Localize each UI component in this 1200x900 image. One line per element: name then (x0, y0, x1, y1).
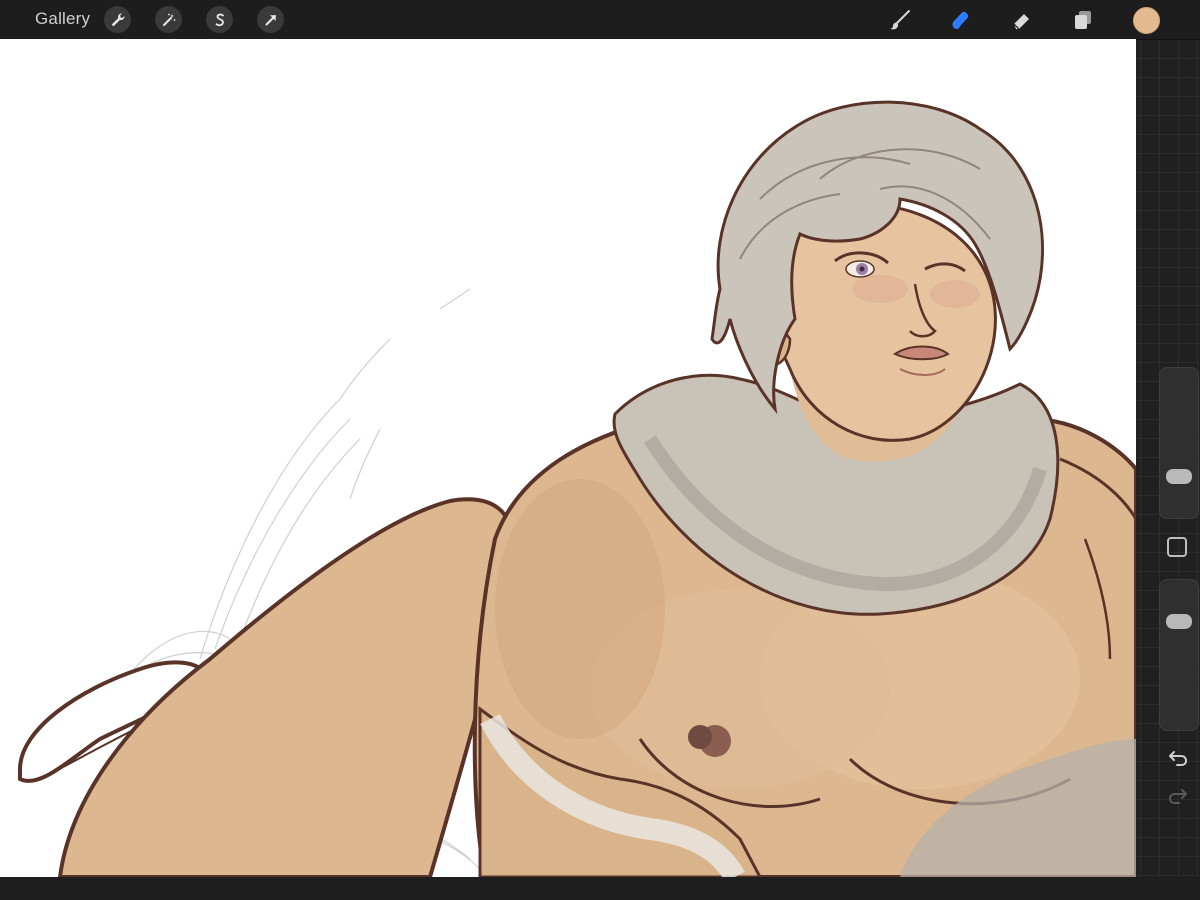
bottom-bar (0, 877, 1200, 900)
redo-button[interactable] (1166, 785, 1190, 807)
transform-button[interactable] (257, 6, 284, 33)
drawing-canvas[interactable] (0, 39, 1136, 877)
eraser-icon (1013, 14, 1029, 30)
redo-arrow-icon (1168, 789, 1187, 804)
brush-icon (890, 10, 910, 30)
wrench-icon (111, 13, 124, 26)
layers-icon (1075, 11, 1091, 29)
opacity-slider[interactable] (1159, 579, 1199, 731)
brush-size-thumb[interactable] (1166, 468, 1192, 484)
layers-button[interactable] (1069, 6, 1097, 34)
artwork (18, 100, 1136, 877)
selection-button[interactable] (206, 6, 233, 33)
actions-button[interactable] (104, 6, 131, 33)
top-toolbar: Gallery (0, 0, 1200, 40)
undo-arrow-icon (1169, 751, 1188, 766)
smudge-tool-button[interactable] (946, 6, 974, 34)
color-swatch[interactable] (1133, 7, 1160, 34)
brush-size-slider[interactable] (1159, 367, 1199, 519)
smudge-icon (952, 11, 969, 29)
gallery-button[interactable]: Gallery (35, 9, 90, 29)
modify-button[interactable] (1167, 537, 1187, 557)
eraser-tool-button[interactable] (1008, 6, 1036, 34)
adjustments-button[interactable] (155, 6, 182, 33)
magic-wand-icon (162, 13, 175, 26)
opacity-thumb[interactable] (1166, 614, 1192, 630)
selection-icon (215, 13, 224, 26)
transform-arrow-icon (265, 14, 276, 25)
brush-tool-button[interactable] (886, 6, 914, 34)
undo-button[interactable] (1166, 747, 1190, 769)
